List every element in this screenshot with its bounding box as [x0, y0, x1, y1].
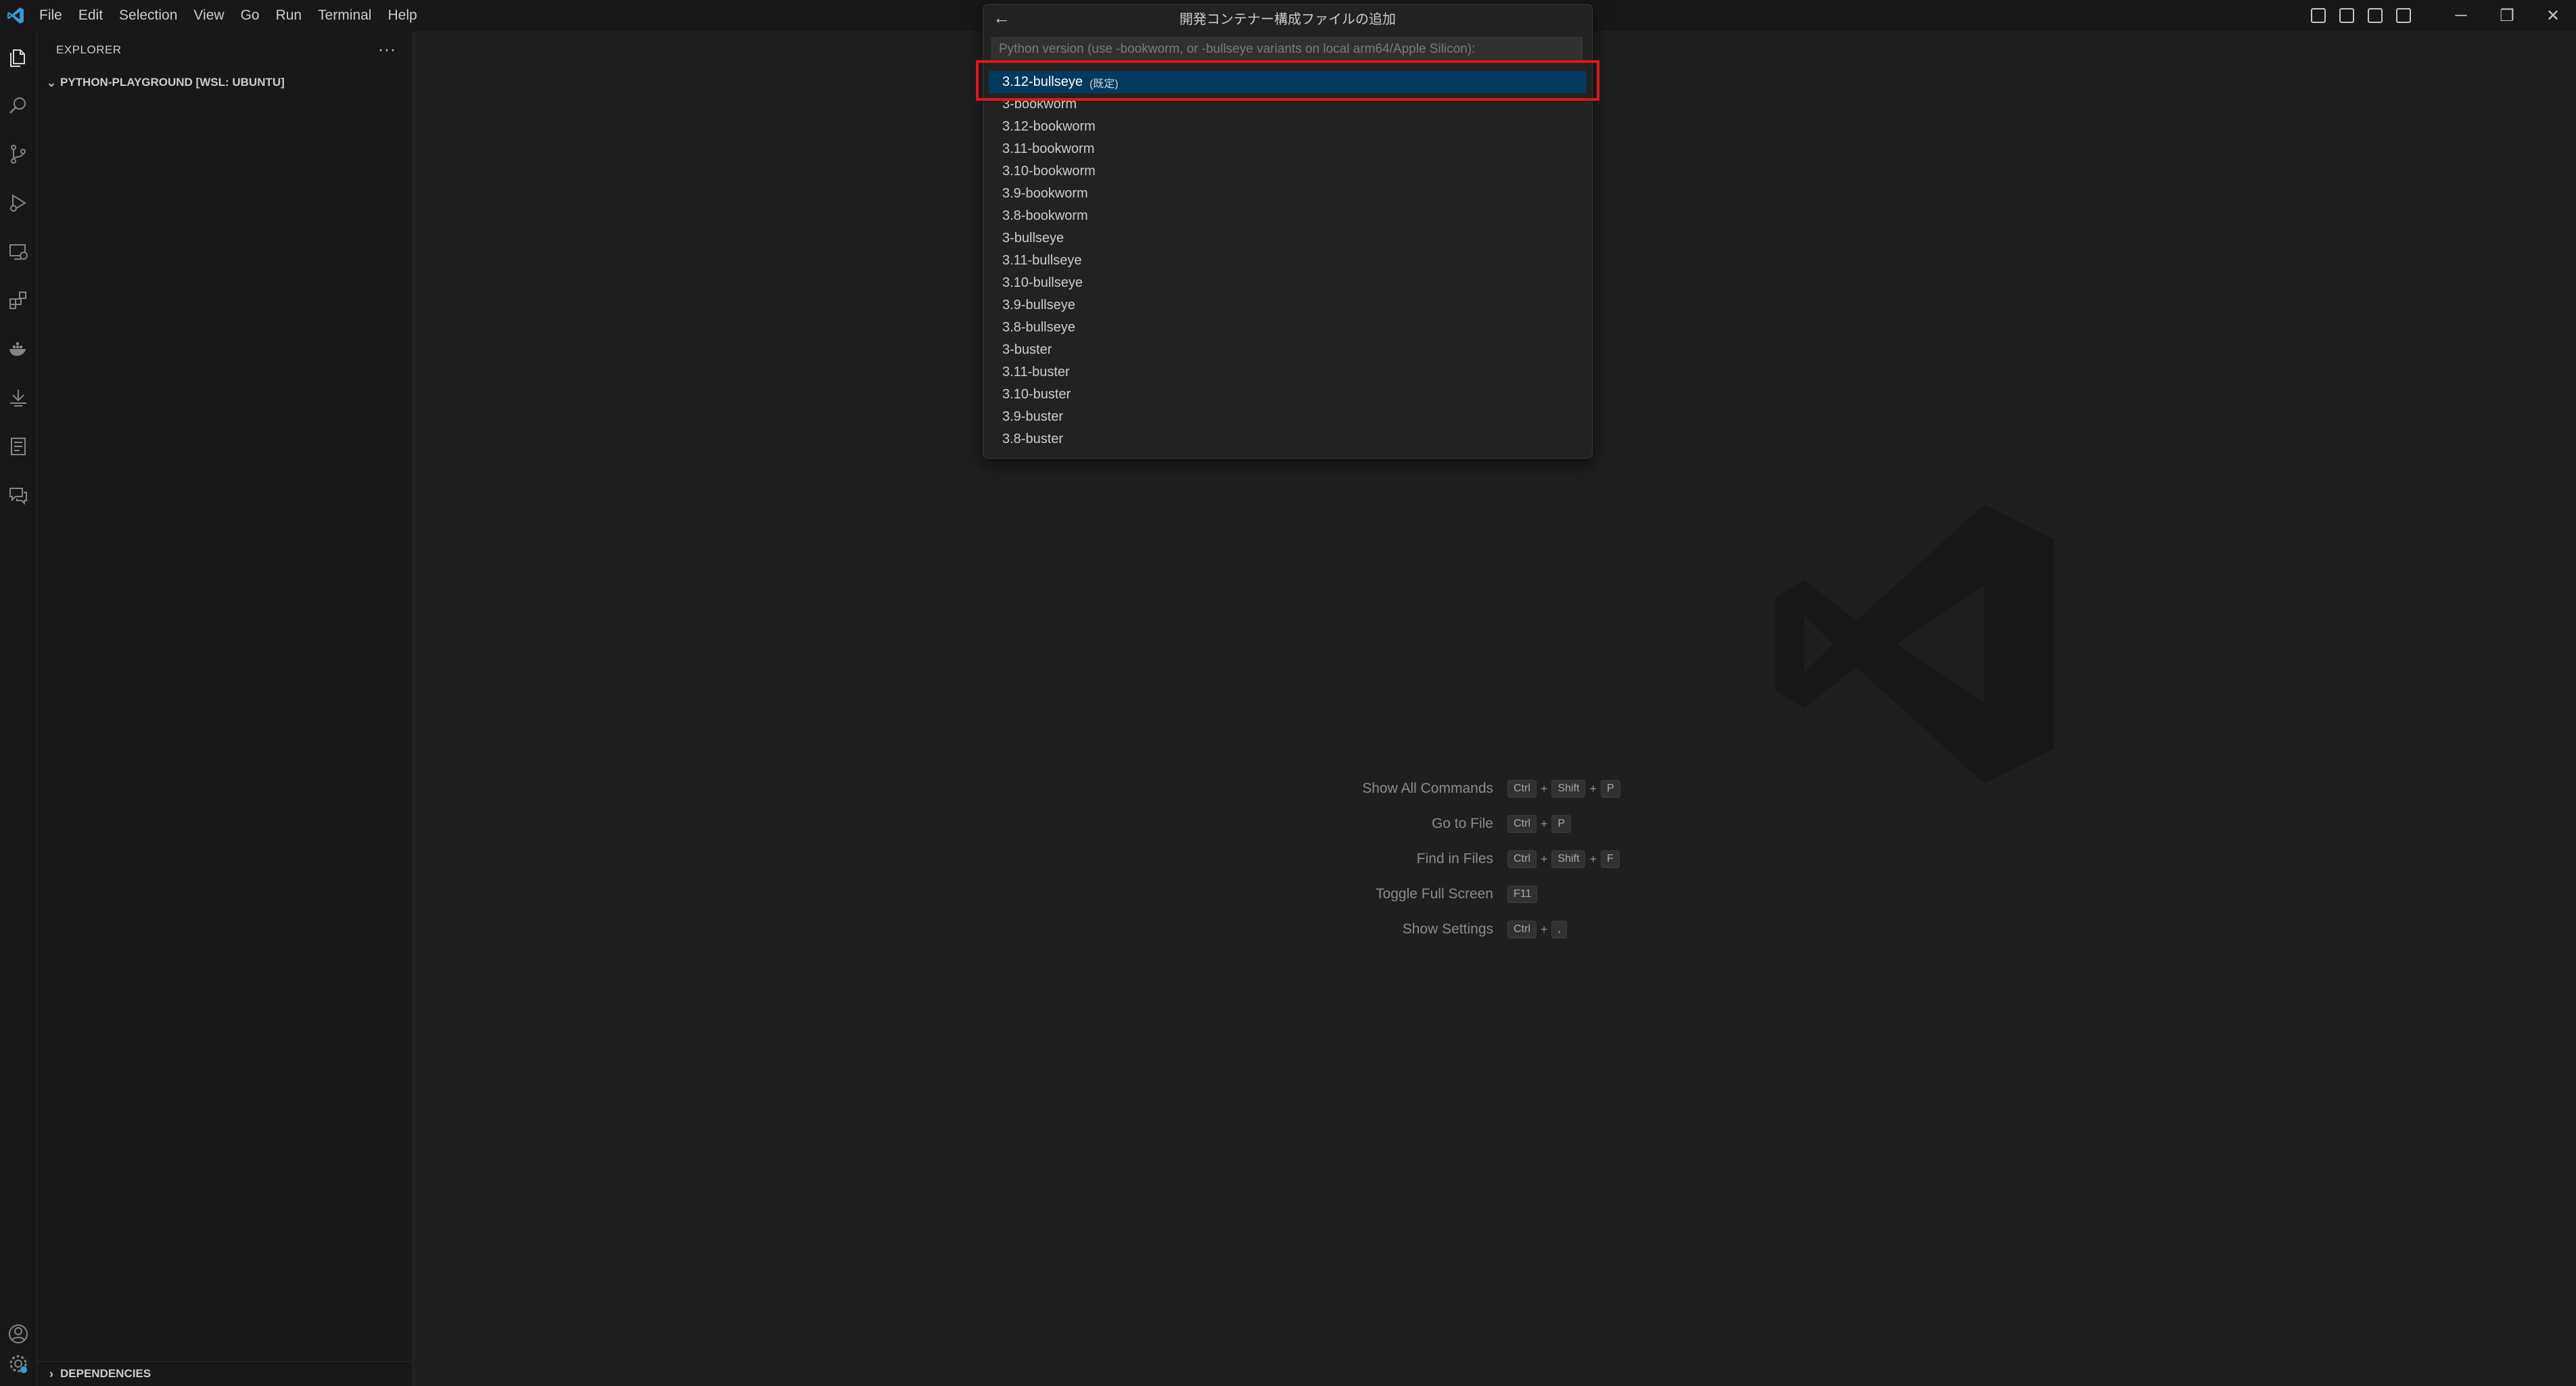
menu-file[interactable]: File	[31, 0, 70, 31]
shortcut-row: Find in Files Ctrl + Shift + F	[1285, 846, 1622, 873]
list-item[interactable]: 3-bookworm	[989, 93, 1587, 116]
notebook-icon[interactable]	[0, 426, 37, 467]
key-ctrl: Ctrl	[1507, 850, 1537, 868]
menu-view[interactable]: View	[185, 0, 232, 31]
list-item[interactable]: 3-buster	[989, 339, 1587, 361]
shortcut-row: Toggle Full Screen F11	[1285, 881, 1539, 908]
activity-bar	[0, 31, 37, 1386]
customize-layout-icon[interactable]	[2396, 8, 2411, 23]
key-ctrl: Ctrl	[1507, 780, 1537, 798]
list-item-selected[interactable]: 3.12-bullseye (既定)	[989, 71, 1587, 93]
list-item[interactable]: 3.10-bookworm	[989, 160, 1587, 183]
shortcut-label: Show Settings	[1402, 921, 1493, 937]
menu-go[interactable]: Go	[233, 0, 268, 31]
menu-terminal[interactable]: Terminal	[310, 0, 379, 31]
list-item[interactable]: 3.8-bullseye	[989, 317, 1587, 339]
extensions-icon[interactable]	[0, 280, 37, 321]
key-shift: Shift	[1551, 850, 1586, 868]
key-f11: F11	[1507, 885, 1538, 903]
back-arrow-icon[interactable]: ←	[993, 7, 1010, 28]
list-item[interactable]: 3.9-buster	[989, 406, 1587, 428]
shortcut-label: Show All Commands	[1362, 781, 1493, 796]
quick-pick-list: 3.12-bullseye (既定) 3-bookworm 3.12-bookw…	[989, 71, 1587, 451]
menu-selection[interactable]: Selection	[111, 0, 185, 31]
source-control-icon[interactable]	[0, 134, 37, 175]
quick-pick-title: 開発コンテナー構成ファイルの追加	[1179, 11, 1396, 27]
quick-pick-dialog: ← 開発コンテナー構成ファイルの追加 3.12-bullseye (既定) 3-…	[983, 4, 1593, 459]
key-p: P	[1600, 780, 1620, 798]
shortcut-label: Toggle Full Screen	[1376, 886, 1493, 902]
dependencies-label: DEPENDENCIES	[60, 1367, 151, 1380]
list-item[interactable]: 3.11-bullseye	[989, 250, 1587, 272]
key-f: F	[1600, 850, 1620, 868]
remote-explorer-icon[interactable]	[0, 231, 37, 272]
list-item[interactable]: 3.9-bookworm	[989, 183, 1587, 205]
workspace-folder[interactable]: ⌄ PYTHON-PLAYGROUND [WSL: UBUNTU]	[37, 69, 413, 96]
chevron-down-icon: ⌄	[46, 75, 57, 89]
list-item[interactable]: 3.9-bullseye	[989, 294, 1587, 317]
minimize-button[interactable]: ─	[2438, 0, 2484, 31]
list-item[interactable]: 3.8-bookworm	[989, 205, 1587, 227]
shortcut-label: Go to File	[1431, 816, 1493, 831]
vscode-logo-icon	[0, 0, 31, 31]
vscode-watermark-icon	[1775, 504, 2055, 784]
shortcut-row: Show Settings Ctrl + ,	[1285, 916, 1569, 943]
list-item[interactable]: 3.10-buster	[989, 384, 1587, 406]
list-item[interactable]: 3.10-bullseye	[989, 272, 1587, 294]
shortcut-row: Go to File Ctrl + P	[1285, 810, 1573, 837]
run-debug-icon[interactable]	[0, 183, 37, 223]
deploy-icon[interactable]	[0, 377, 37, 418]
key-comma: ,	[1551, 921, 1567, 938]
docker-icon[interactable]	[0, 329, 37, 369]
key-ctrl: Ctrl	[1507, 815, 1537, 833]
chevron-right-icon: ›	[49, 1366, 53, 1381]
shortcut-row: Show All Commands Ctrl + Shift + P	[1285, 775, 1622, 802]
quick-pick-title-bar: ← 開発コンテナー構成ファイルの追加	[983, 5, 1592, 30]
python-version-input[interactable]	[991, 37, 1583, 62]
window-controls: ─ ❐ ✕	[2311, 0, 2576, 31]
sidebar-header: EXPLORER ···	[37, 31, 413, 69]
shortcut-label: Find in Files	[1416, 851, 1493, 867]
key-ctrl: Ctrl	[1507, 921, 1537, 938]
menu-edit[interactable]: Edit	[70, 0, 111, 31]
key-shift: Shift	[1551, 780, 1586, 798]
list-item[interactable]: 3.11-bookworm	[989, 138, 1587, 160]
list-item[interactable]: 3.12-bookworm	[989, 116, 1587, 138]
explorer-sidebar: EXPLORER ··· ⌄ PYTHON-PLAYGROUND [WSL: U…	[37, 31, 418, 1386]
chat-icon[interactable]	[0, 475, 37, 515]
key-p: P	[1551, 815, 1572, 833]
close-button[interactable]: ✕	[2530, 0, 2576, 31]
restore-button[interactable]: ❐	[2484, 0, 2530, 31]
dependencies-section[interactable]: › DEPENDENCIES	[37, 1361, 418, 1386]
list-item[interactable]: 3-bullseye	[989, 227, 1587, 250]
menu-help[interactable]: Help	[379, 0, 425, 31]
list-item[interactable]: 3.11-buster	[989, 361, 1587, 384]
toggle-primary-sidebar-icon[interactable]	[2311, 8, 2326, 23]
explorer-icon[interactable]	[0, 37, 37, 77]
workspace-folder-label: PYTHON-PLAYGROUND [WSL: UBUNTU]	[60, 76, 285, 89]
menu-run[interactable]: Run	[268, 0, 310, 31]
toggle-panel-icon[interactable]	[2339, 8, 2354, 23]
sidebar-title: EXPLORER	[56, 43, 122, 56]
settings-gear-icon[interactable]	[0, 1343, 37, 1384]
search-icon[interactable]	[0, 85, 37, 126]
more-actions-button[interactable]: ···	[378, 41, 396, 60]
menu-bar: File Edit Selection View Go Run Terminal…	[31, 0, 425, 31]
list-item-label: 3.12-bullseye	[1002, 74, 1083, 89]
list-item[interactable]: 3.8-buster	[989, 428, 1587, 451]
default-description: (既定)	[1089, 78, 1119, 90]
toggle-secondary-sidebar-icon[interactable]	[2368, 8, 2383, 23]
